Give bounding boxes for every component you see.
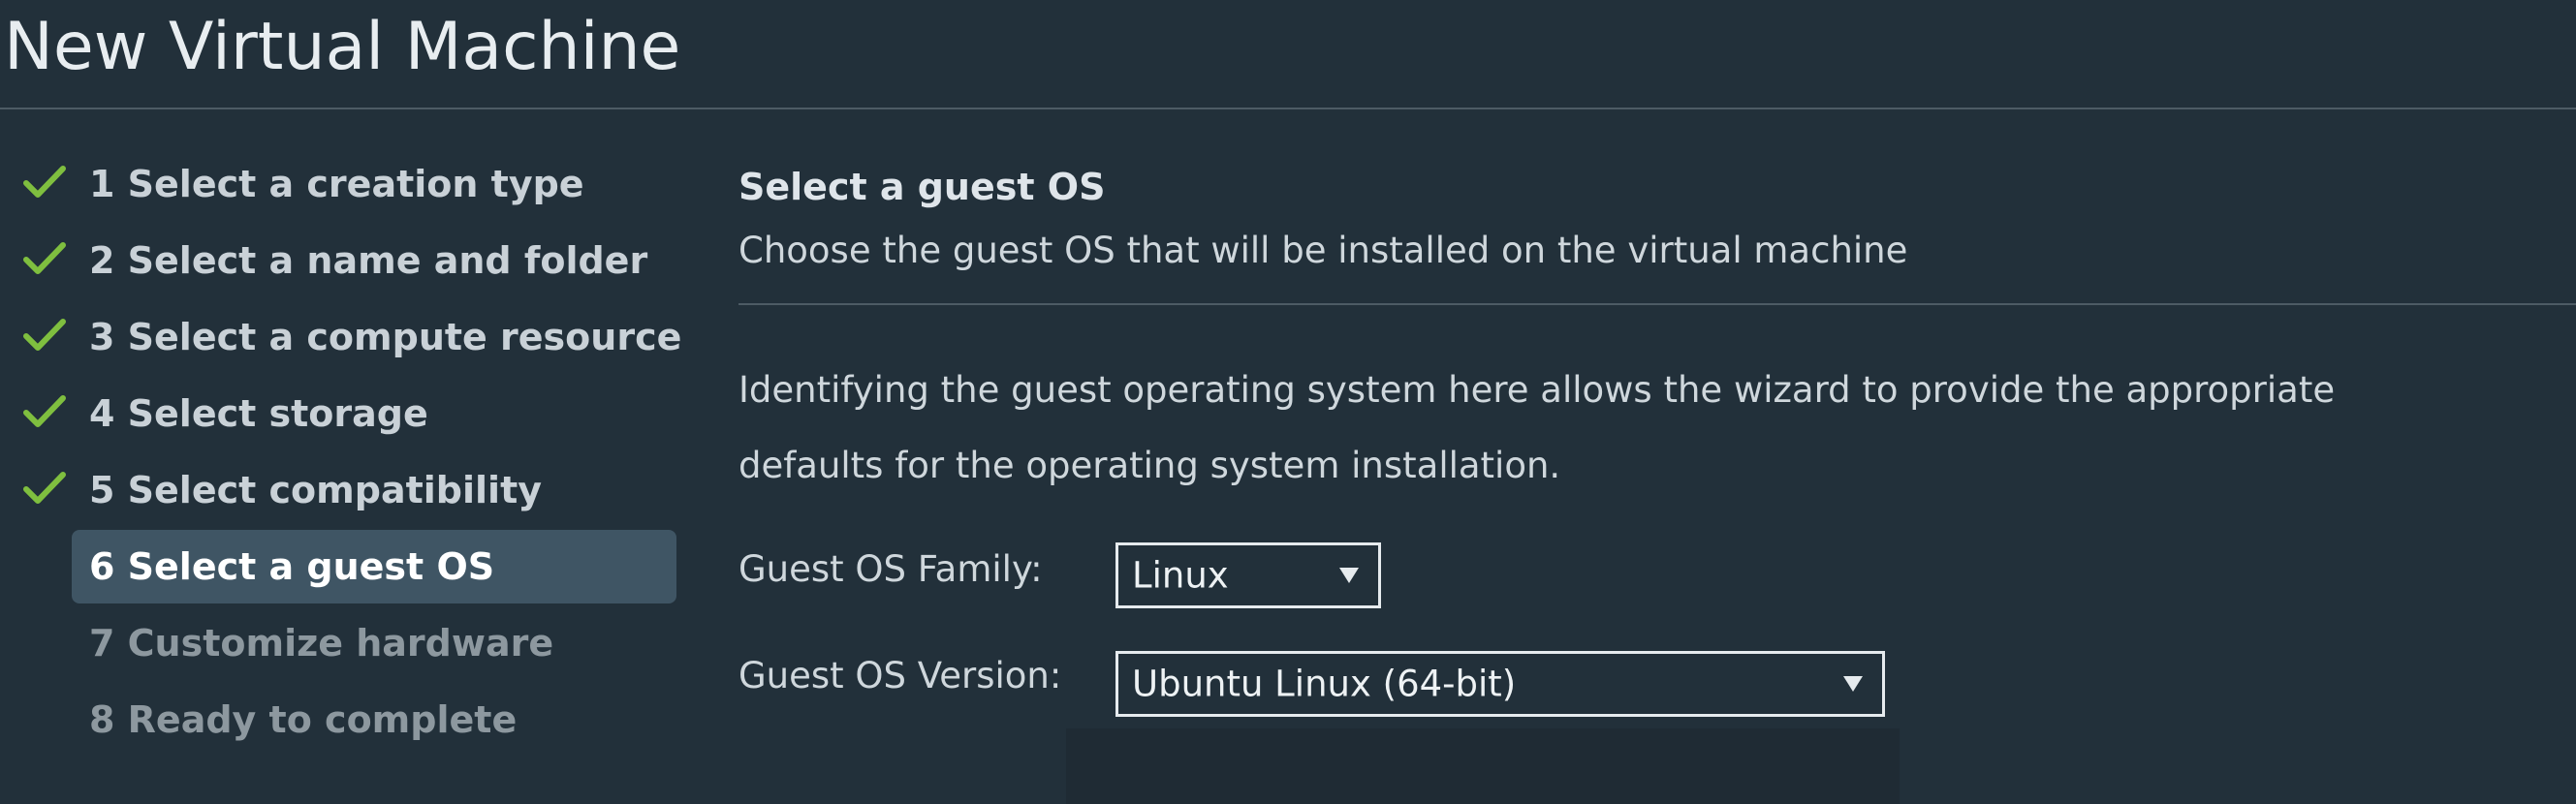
wizard-steps: 1 Select a creation type 2 Select a name… — [0, 145, 682, 758]
step-4-select-storage[interactable]: 4 Select storage — [0, 375, 678, 451]
step-label: 5 Select compatibility — [89, 468, 543, 511]
guest-os-family-label: Guest OS Family: — [738, 548, 1043, 590]
description-text: Identifying the guest operating system h… — [738, 353, 2560, 504]
guest-os-family-select[interactable]: Linux — [1115, 542, 1381, 608]
step-label: 2 Select a name and folder — [89, 238, 648, 282]
step-label: 8 Ready to complete — [89, 697, 518, 741]
description-line: defaults for the operating system instal… — [738, 445, 1561, 486]
selected-value: Ubuntu Linux (64-bit) — [1132, 663, 1517, 705]
check-icon — [23, 241, 66, 276]
guest-os-version-label: Guest OS Version: — [738, 655, 1062, 696]
step-5-select-compatibility[interactable]: 5 Select compatibility — [0, 451, 678, 528]
content-divider — [738, 303, 2576, 305]
guest-os-version-select[interactable]: Ubuntu Linux (64-bit) — [1115, 651, 1885, 717]
step-6-select-guest-os[interactable]: 6 Select a guest OS — [0, 528, 678, 604]
step-7-customize-hardware: 7 Customize hardware — [0, 604, 678, 681]
step-8-ready-to-complete: 8 Ready to complete — [0, 681, 678, 758]
check-icon — [23, 394, 66, 429]
step-label: 7 Customize hardware — [89, 621, 554, 665]
dialog-title: New Virtual Machine — [4, 9, 681, 85]
triangle-down-icon — [1339, 568, 1359, 583]
step-label: 3 Select a compute resource — [89, 315, 682, 358]
title-divider — [0, 108, 2576, 109]
step-2-select-name-and-folder[interactable]: 2 Select a name and folder — [0, 222, 678, 298]
step-1-select-creation-type[interactable]: 1 Select a creation type — [0, 145, 678, 222]
check-icon — [23, 165, 66, 200]
check-icon — [23, 318, 66, 353]
step-content-header: Select a guest OS Choose the guest OS th… — [738, 163, 2551, 275]
section-subtitle: Choose the guest OS that will be install… — [738, 230, 1908, 271]
step-label: 1 Select a creation type — [89, 162, 584, 205]
triangle-down-icon — [1843, 676, 1863, 692]
selected-value: Linux — [1132, 554, 1229, 597]
step-label: 6 Select a guest OS — [89, 544, 495, 588]
section-title: Select a guest OS — [738, 166, 1106, 208]
check-icon — [23, 471, 66, 506]
description-line: Identifying the guest operating system h… — [738, 369, 2336, 411]
background-shade — [1066, 728, 1900, 804]
step-label: 4 Select storage — [89, 391, 428, 435]
step-3-select-compute-resource[interactable]: 3 Select a compute resource — [0, 298, 682, 375]
